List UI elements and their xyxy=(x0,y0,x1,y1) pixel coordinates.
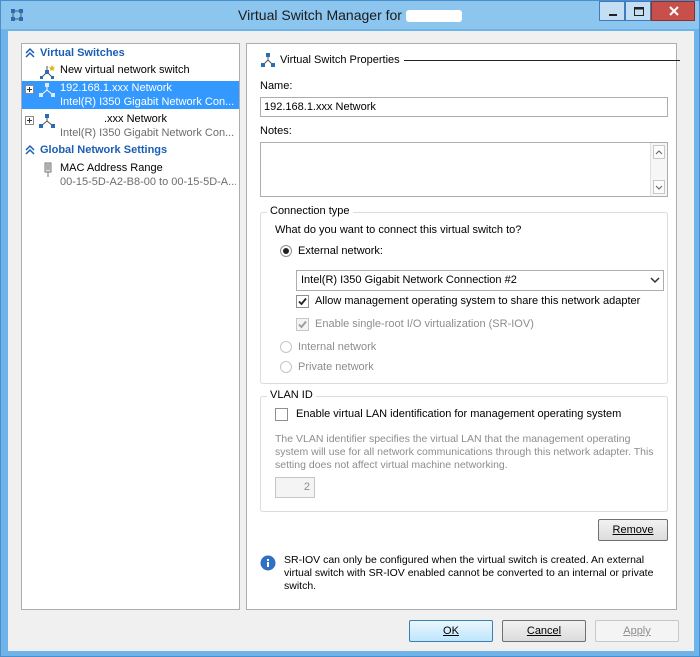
name-input[interactable]: 192.168.1.xxx Network xyxy=(260,97,668,117)
internal-network-label: Internal network xyxy=(298,341,377,353)
network-switch-icon xyxy=(39,83,55,97)
enable-vlan-checkbox[interactable] xyxy=(275,408,288,421)
new-virtual-switch-item[interactable]: New virtual network switch xyxy=(22,63,239,79)
maximize-icon xyxy=(634,7,644,16)
internal-network-radio xyxy=(280,341,292,353)
close-icon xyxy=(669,6,679,16)
network-switch-icon xyxy=(39,114,55,128)
apply-label: Apply xyxy=(623,625,651,637)
ok-button[interactable]: OK xyxy=(409,620,493,642)
mac-address-icon xyxy=(44,162,52,177)
chevron-down-icon xyxy=(655,185,663,190)
external-network-radio[interactable] xyxy=(280,245,292,257)
close-button[interactable] xyxy=(651,1,695,21)
redacted-text xyxy=(60,113,104,125)
connection-question: What do you want to connect this virtual… xyxy=(275,224,522,236)
expand-icon[interactable] xyxy=(25,85,34,94)
switch-tree[interactable]: Virtual Switches New virtual network swi… xyxy=(21,43,240,610)
adapter-select-value: Intel(R) I350 Gigabit Network Connection… xyxy=(301,274,517,286)
redacted-host xyxy=(405,10,462,23)
switch-name: .xxx Network xyxy=(60,113,167,125)
mac-address-range-item[interactable]: MAC Address Range 00-15-5D-A2-B8-00 to 0… xyxy=(22,161,239,189)
remove-button[interactable]: Remove xyxy=(598,519,668,541)
ok-label: OK xyxy=(443,625,459,637)
chevron-down-icon xyxy=(650,277,660,284)
properties-header: Virtual Switch Properties xyxy=(260,52,680,68)
vlan-id-title: VLAN ID xyxy=(267,389,316,401)
info-icon xyxy=(260,555,276,571)
mac-range-label: MAC Address Range xyxy=(60,162,163,174)
properties-title: Virtual Switch Properties xyxy=(280,54,400,66)
collapse-chevron-icon xyxy=(25,144,35,155)
switch-adapter: Intel(R) I350 Gigabit Network Con... xyxy=(60,127,235,139)
notes-scrollbar[interactable] xyxy=(650,143,667,196)
scroll-up-button[interactable] xyxy=(653,145,665,159)
switch-item-1[interactable]: 192.168.1.xxx Network Intel(R) I350 Giga… xyxy=(22,81,239,109)
cancel-label: Cancel xyxy=(526,625,562,637)
sriov-checkbox xyxy=(296,318,309,331)
notes-textarea[interactable] xyxy=(260,142,668,197)
private-network-label: Private network xyxy=(298,361,374,373)
checkmark-icon xyxy=(298,297,307,306)
properties-panel: Virtual Switch Properties Name: 192.168.… xyxy=(246,43,680,610)
new-switch-label: New virtual network switch xyxy=(60,64,190,76)
apply-button[interactable]: Apply xyxy=(595,620,679,642)
external-network-label: External network: xyxy=(298,245,383,257)
sriov-label: Enable single-root I/O virtualization (S… xyxy=(315,318,534,330)
scroll-down-button[interactable] xyxy=(653,180,665,194)
switch-adapter: Intel(R) I350 Gigabit Network Con... xyxy=(60,96,235,108)
global-network-settings-section[interactable]: Global Network Settings xyxy=(22,143,239,159)
cancel-button[interactable]: Cancel xyxy=(502,620,586,642)
chevron-up-icon xyxy=(655,150,663,155)
remove-label: Remove xyxy=(612,524,654,536)
network-switch-icon xyxy=(261,53,275,67)
external-adapter-select[interactable]: Intel(R) I350 Gigabit Network Connection… xyxy=(296,270,664,291)
enable-vlan-label: Enable virtual LAN identification for ma… xyxy=(296,408,622,420)
global-settings-header: Global Network Settings xyxy=(40,144,168,156)
name-label: Name: xyxy=(260,80,293,92)
notes-label: Notes: xyxy=(260,125,292,137)
minimize-button[interactable] xyxy=(599,1,625,21)
mac-range-value: 00-15-5D-A2-B8-00 to 00-15-5D-A... xyxy=(60,176,236,188)
minimize-icon xyxy=(609,14,617,16)
expand-icon[interactable] xyxy=(25,116,34,125)
header-divider xyxy=(404,60,680,61)
switch-name: 192.168.1.xxx Network xyxy=(60,82,172,94)
connection-type-group: Connection type What do you want to conn… xyxy=(260,205,668,384)
vlan-id-group: VLAN ID Enable virtual LAN identificatio… xyxy=(260,389,668,512)
dialog-window: Virtual Switch Manager for Virtual Switc… xyxy=(0,0,700,657)
vlan-id-input: 2 xyxy=(275,477,315,498)
virtual-switches-header: Virtual Switches xyxy=(40,47,125,59)
maximize-button[interactable] xyxy=(625,1,651,21)
sriov-info-text: SR-IOV can only be configured when the v… xyxy=(284,554,654,592)
virtual-switches-section[interactable]: Virtual Switches xyxy=(22,46,239,62)
allow-management-checkbox[interactable] xyxy=(296,295,309,308)
switch-item-2[interactable]: .xxx Network Intel(R) I350 Gigabit Netwo… xyxy=(22,112,239,140)
window-title: Virtual Switch Manager for xyxy=(1,7,699,23)
dialog-client-area: Virtual Switches New virtual network swi… xyxy=(8,31,694,651)
new-switch-icon xyxy=(40,65,55,79)
vlan-description: The VLAN identifier specifies the virtua… xyxy=(275,433,654,471)
allow-management-label: Allow management operating system to sha… xyxy=(315,295,641,307)
title-bar[interactable]: Virtual Switch Manager for xyxy=(1,1,699,29)
private-network-radio xyxy=(280,361,292,373)
collapse-chevron-icon xyxy=(25,47,35,58)
checkmark-icon xyxy=(298,320,307,329)
connection-type-title: Connection type xyxy=(267,205,353,217)
